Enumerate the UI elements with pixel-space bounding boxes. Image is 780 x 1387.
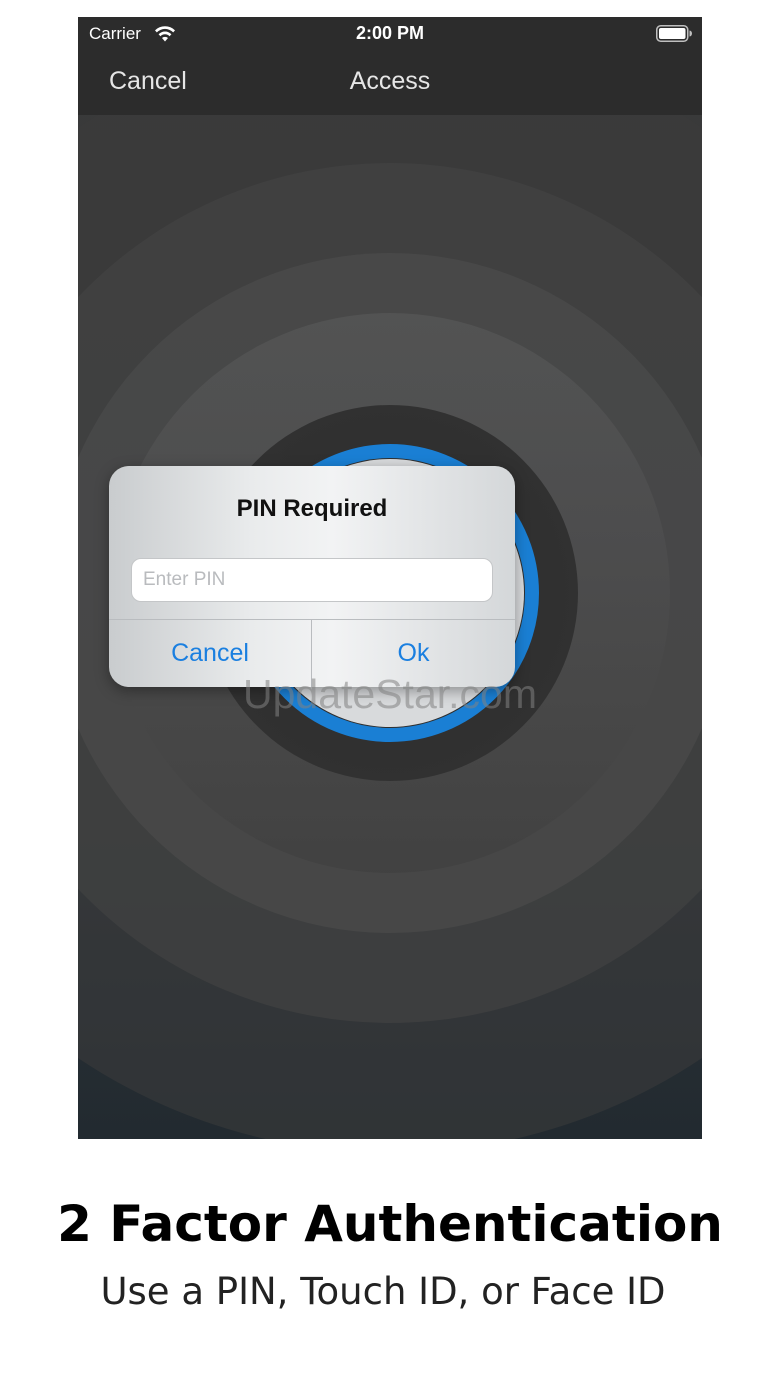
nav-title: Access — [349, 67, 431, 95]
caption-subtitle: Use a PIN, Touch ID, or Face ID — [100, 1270, 666, 1313]
pin-input[interactable] — [131, 558, 493, 602]
battery-full-icon — [656, 25, 692, 42]
pin-required-alert: PIN Required Cancel Ok — [109, 466, 515, 687]
status-bar: Carrier 2:00 PM — [78, 17, 702, 49]
navigation-bar: Cancel Access — [78, 49, 702, 115]
alert-ok-button[interactable]: Ok — [312, 620, 515, 687]
app-store-screenshot: Carrier 2:00 PM Cancel Access PIN Requir… — [0, 0, 780, 1387]
status-time: 2:00 PM — [355, 23, 425, 43]
caption-title: 2 Factor Authentication — [57, 1195, 723, 1253]
alert-cancel-button[interactable]: Cancel — [109, 620, 311, 687]
alert-title: PIN Required — [236, 495, 388, 522]
